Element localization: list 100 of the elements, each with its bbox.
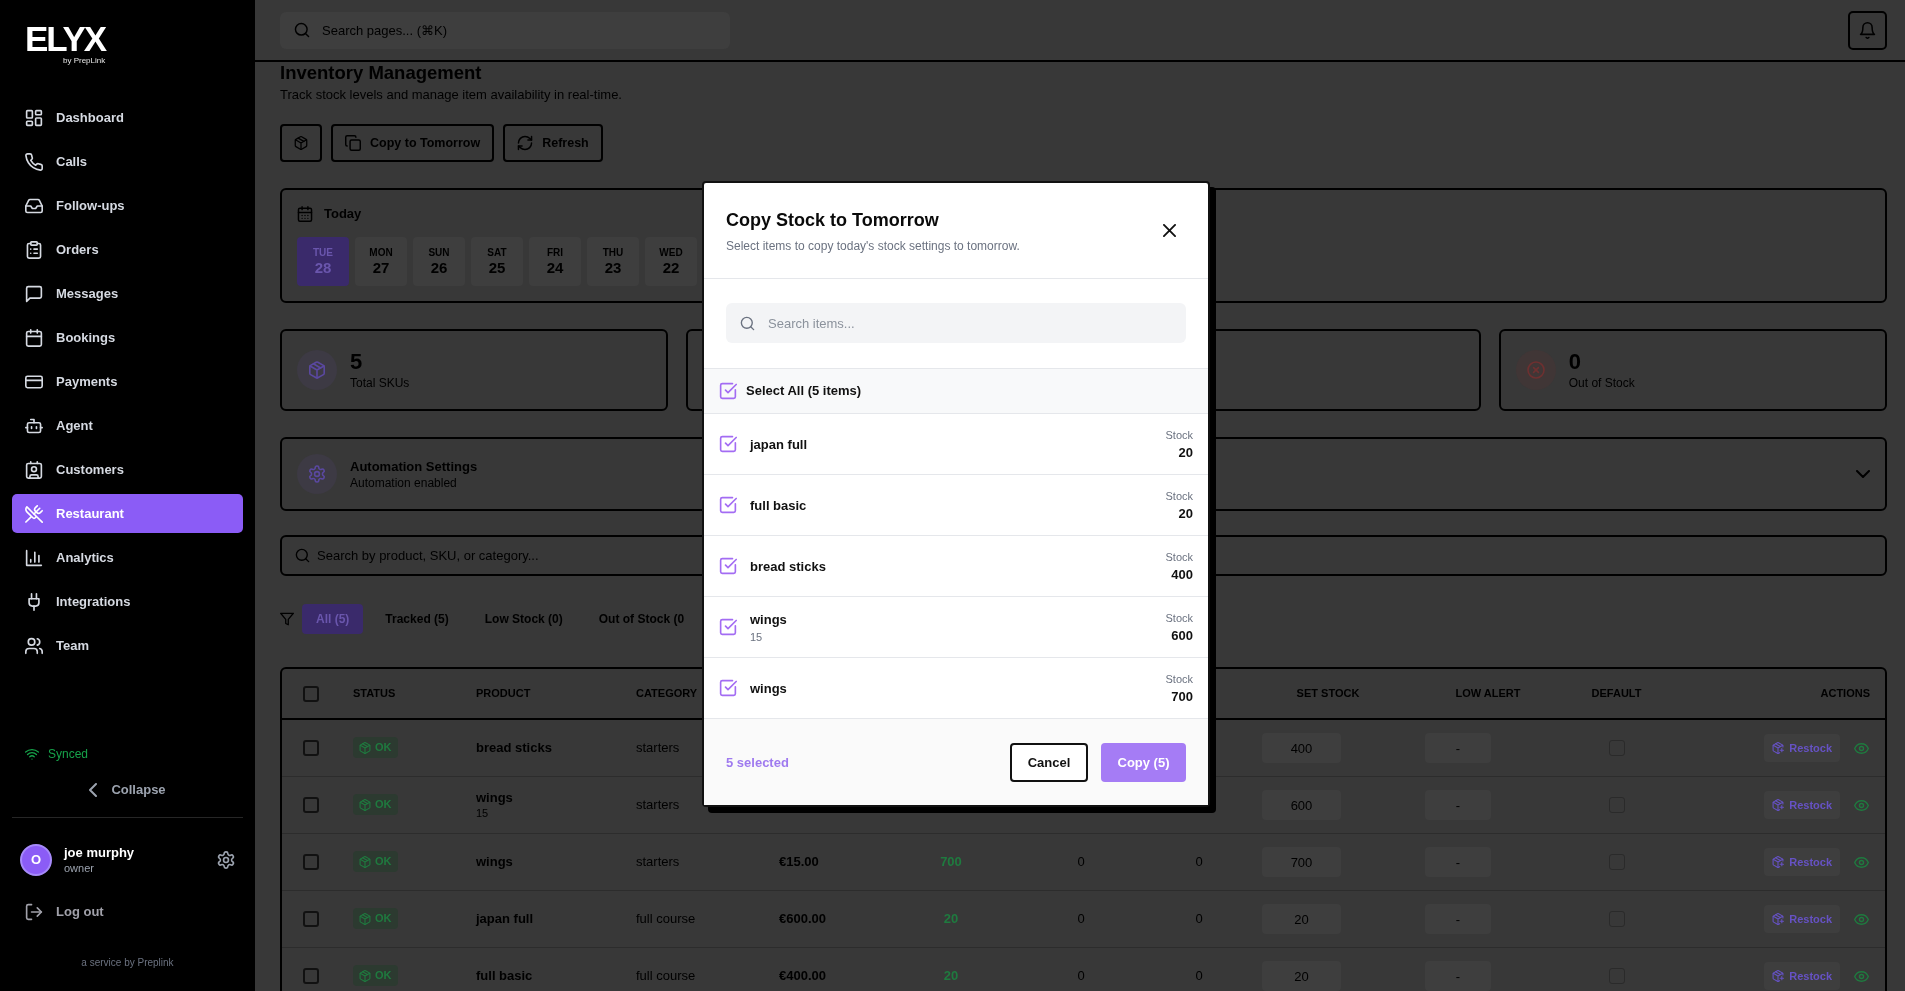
date-label: Today bbox=[324, 205, 362, 224]
settings-icon[interactable] bbox=[217, 851, 235, 869]
nav-item[interactable]: Messages bbox=[12, 274, 243, 313]
cancel-button[interactable]: Cancel bbox=[1010, 743, 1088, 782]
notifications-button[interactable] bbox=[1848, 10, 1887, 50]
low-alert-input[interactable]: - bbox=[1425, 847, 1491, 877]
day-tile[interactable]: THU 23 bbox=[587, 237, 639, 286]
restock-link[interactable]: Restock bbox=[1764, 847, 1840, 877]
filter-tab[interactable]: All (5) bbox=[302, 604, 364, 634]
nav-item[interactable]: Integrations bbox=[12, 582, 243, 621]
copy-button[interactable]: Copy (5) bbox=[1101, 743, 1186, 782]
row-checkbox[interactable] bbox=[302, 797, 319, 813]
column-header: PRODUCT bbox=[476, 687, 531, 700]
box-icon bbox=[359, 969, 371, 982]
nav-item[interactable]: Follow-ups bbox=[12, 186, 243, 225]
dialog-subtitle: Select items to copy today's stock settings to tomorrow. bbox=[726, 238, 1020, 254]
page-search-field[interactable]: Search pages... (⌘K) bbox=[280, 11, 730, 49]
calendar-icon bbox=[25, 328, 43, 347]
item-checkbox[interactable] bbox=[719, 618, 737, 636]
item-search-field[interactable]: Search items... bbox=[726, 303, 1186, 343]
row-checkbox[interactable] bbox=[302, 740, 319, 756]
day-tile[interactable]: TUE 28 bbox=[297, 237, 349, 286]
low-alert-input[interactable]: - bbox=[1425, 790, 1491, 820]
nav-item[interactable]: Orders bbox=[12, 230, 243, 269]
toolbar-button[interactable]: Refresh bbox=[503, 124, 603, 162]
plug-icon bbox=[25, 592, 43, 611]
product-name: japan full bbox=[476, 911, 534, 927]
status-text: OK bbox=[375, 798, 392, 811]
collapse-button[interactable]: Collapse bbox=[85, 775, 170, 805]
day-tile[interactable]: FRI 24 bbox=[529, 237, 581, 286]
logo-wordmark: ELYX bbox=[25, 21, 106, 56]
low-alert-input[interactable]: - bbox=[1425, 961, 1491, 991]
search-icon bbox=[740, 315, 755, 331]
select-all-checkbox[interactable] bbox=[302, 685, 319, 702]
item-checkbox[interactable] bbox=[719, 496, 737, 514]
item-name: full basic bbox=[750, 496, 807, 514]
robot-icon bbox=[25, 416, 43, 435]
day-tile[interactable]: WED 22 bbox=[645, 237, 697, 286]
row-checkbox[interactable] bbox=[302, 854, 319, 870]
nav-item[interactable]: Analytics bbox=[12, 538, 243, 577]
day-tile[interactable]: MON 27 bbox=[355, 237, 407, 286]
set-stock-input[interactable]: 20 bbox=[1262, 904, 1341, 934]
avatar: O bbox=[20, 844, 52, 876]
nav-item[interactable]: Dashboard bbox=[12, 98, 243, 137]
box-plus-icon bbox=[1772, 970, 1785, 982]
filter-tab[interactable]: Out of Stock (0 bbox=[584, 604, 699, 634]
eye-icon[interactable] bbox=[1854, 797, 1869, 813]
item-detail: 15 bbox=[750, 629, 764, 644]
item-checkbox[interactable] bbox=[719, 679, 737, 697]
logo-tagline: by PrepLink bbox=[62, 56, 106, 65]
column-header: SET STOCK bbox=[1296, 687, 1360, 700]
nav-item[interactable]: Calls bbox=[12, 142, 243, 181]
nav-item[interactable]: Restaurant bbox=[12, 494, 243, 533]
people-icon bbox=[25, 636, 43, 655]
user-name: joe murphy bbox=[64, 844, 135, 861]
nav-item[interactable]: Team bbox=[12, 626, 243, 665]
set-stock-input[interactable]: 600 bbox=[1262, 790, 1341, 820]
nav-item[interactable]: Agent bbox=[12, 406, 243, 445]
close-button[interactable] bbox=[1163, 224, 1176, 237]
set-stock-input[interactable]: 700 bbox=[1262, 847, 1341, 877]
box-button[interactable] bbox=[280, 124, 322, 162]
restock-link[interactable]: Restock bbox=[1764, 790, 1840, 820]
row-checkbox[interactable] bbox=[302, 968, 319, 984]
item-checkbox[interactable] bbox=[719, 382, 737, 400]
column-header: LOW ALERT bbox=[1455, 687, 1521, 700]
dialog-title: Copy Stock to Tomorrow bbox=[726, 209, 940, 232]
column-header: STATUS bbox=[353, 687, 396, 700]
box-plus-icon bbox=[1772, 742, 1785, 754]
select-all-row[interactable]: Select All (5 items) bbox=[704, 368, 1208, 414]
nav-item[interactable]: Payments bbox=[12, 362, 243, 401]
restock-link[interactable]: Restock bbox=[1764, 904, 1840, 934]
item-checkbox[interactable] bbox=[719, 557, 737, 575]
restock-link[interactable]: Restock bbox=[1764, 961, 1840, 991]
count-text: 0 bbox=[1077, 854, 1085, 870]
day-tile[interactable]: SAT 25 bbox=[471, 237, 523, 286]
refresh-icon bbox=[517, 135, 534, 151]
stock-count: 20 bbox=[943, 968, 959, 984]
filter-icon bbox=[280, 612, 294, 626]
item-checkbox[interactable] bbox=[719, 435, 737, 453]
stock-value: 700 bbox=[1170, 688, 1193, 705]
eye-icon[interactable] bbox=[1854, 968, 1869, 984]
nav-item[interactable]: Bookings bbox=[12, 318, 243, 357]
toolbar-button[interactable]: Copy to Tomorrow bbox=[331, 124, 495, 162]
wifi-icon bbox=[25, 746, 39, 761]
clipboard-icon bbox=[25, 240, 43, 259]
row-checkbox[interactable] bbox=[302, 911, 319, 927]
filter-tab[interactable]: Tracked (5) bbox=[371, 604, 463, 634]
low-alert-input[interactable]: - bbox=[1425, 904, 1491, 934]
set-stock-input[interactable]: 20 bbox=[1262, 961, 1341, 991]
logout-button[interactable]: Log out bbox=[12, 894, 117, 930]
restock-link[interactable]: Restock bbox=[1764, 733, 1840, 763]
eye-icon[interactable] bbox=[1854, 740, 1869, 756]
nav-item[interactable]: Customers bbox=[12, 450, 243, 489]
low-alert-input[interactable]: - bbox=[1425, 733, 1491, 763]
filter-tab[interactable]: Low Stock (0) bbox=[470, 604, 577, 634]
set-stock-input[interactable]: 400 bbox=[1262, 733, 1341, 763]
eye-icon[interactable] bbox=[1854, 854, 1869, 870]
eye-icon[interactable] bbox=[1854, 911, 1869, 927]
box-icon bbox=[359, 741, 371, 754]
day-tile[interactable]: SUN 26 bbox=[413, 237, 465, 286]
